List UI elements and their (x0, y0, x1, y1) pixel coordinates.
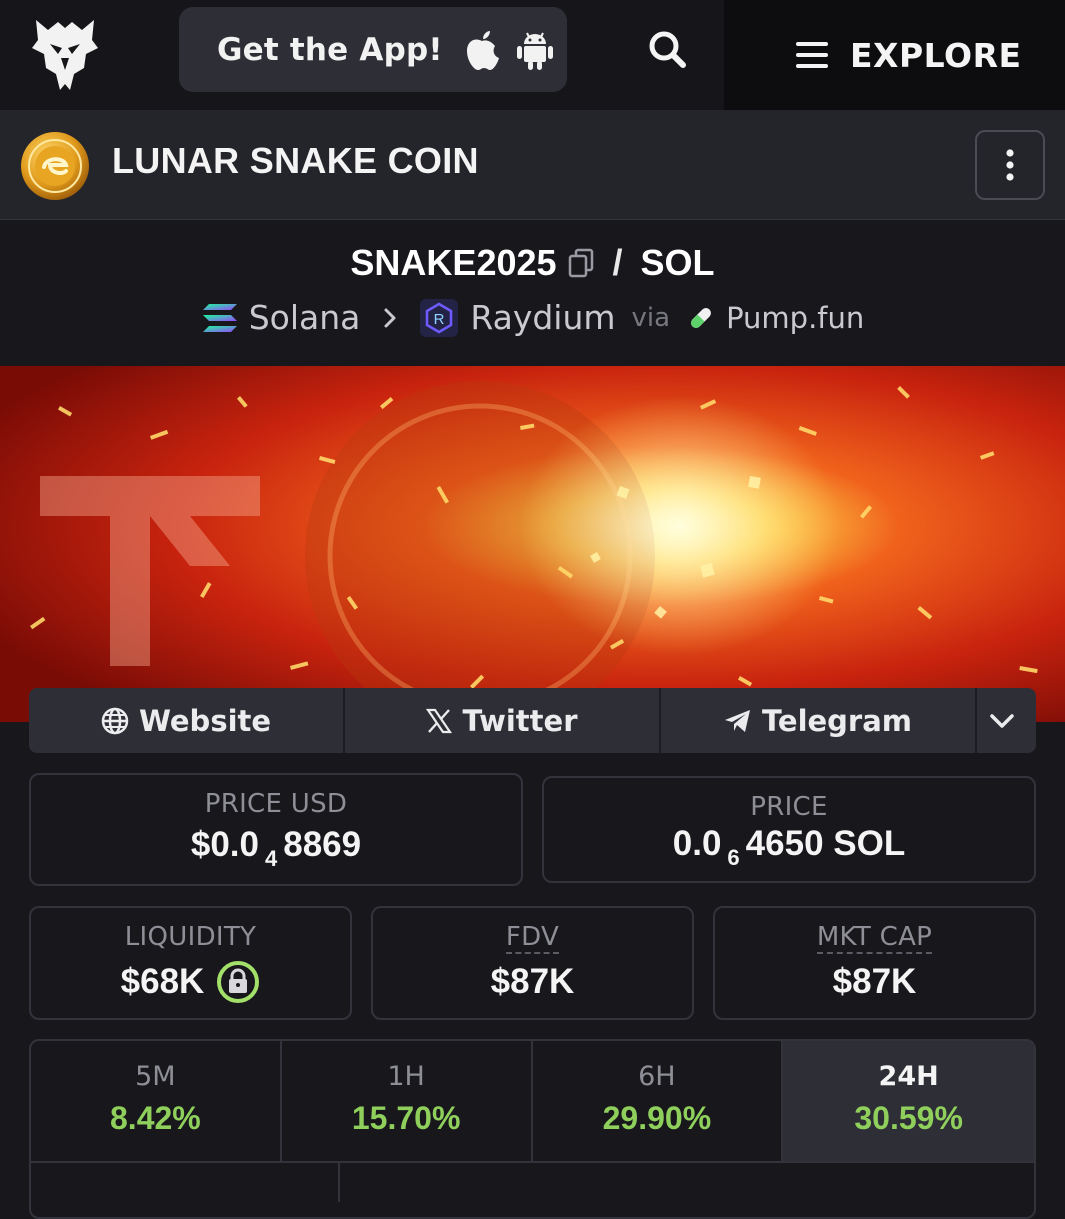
change-value: 15.70% (351, 1100, 461, 1136)
tab-24h[interactable]: 24H 30.59% (783, 1041, 1034, 1163)
mkt-cap-label[interactable]: MKT CAP (816, 922, 933, 954)
globe-icon (101, 707, 129, 734)
tab-5m[interactable]: 5M 8.42% (31, 1041, 282, 1163)
get-app-button[interactable]: Get the App! (179, 7, 567, 92)
android-icon (516, 32, 553, 70)
price-native-value: 0.0 6 4650 SOL (544, 824, 1034, 870)
stats-row-divider (29, 1162, 1036, 1202)
period-label: 6H (638, 1061, 676, 1092)
get-app-label: Get the App! (217, 31, 443, 68)
token-header: LUNAR SNAKE COIN (0, 110, 1065, 220)
pair-separator: / (612, 242, 623, 283)
more-links-dropdown[interactable] (977, 688, 1036, 753)
period-label: 5M (135, 1061, 176, 1092)
change-value: 29.90% (602, 1100, 712, 1136)
price-native-digits: 4650 SOL (745, 824, 906, 863)
tab-1h[interactable]: 1H 15.70% (281, 1041, 533, 1163)
more-options-button[interactable] (975, 130, 1045, 200)
solana-icon (202, 303, 237, 332)
chain-link[interactable]: Solana (249, 298, 361, 337)
lock-icon[interactable] (216, 960, 260, 1004)
raydium-icon: R (420, 298, 459, 337)
dex-link[interactable]: Raydium (470, 298, 615, 337)
svg-text:R: R (434, 311, 445, 328)
mkt-cap-label-wrap: MKT CAP (715, 922, 1034, 954)
liquidity-card: LIQUIDITY $68K (29, 906, 352, 1020)
price-usd-zero-count: 4 (265, 846, 278, 871)
explore-label: EXPLORE (850, 35, 1022, 75)
explore-menu-button[interactable]: EXPLORE (724, 0, 1065, 110)
stats-cell (29, 1162, 340, 1202)
x-logo-icon (426, 708, 453, 733)
change-value: 8.42% (110, 1100, 201, 1136)
social-links-bar: Website Twitter Telegram (29, 688, 1036, 753)
liquidity-label: LIQUIDITY (124, 922, 257, 952)
fdv-label-wrap: FDV (373, 922, 692, 954)
search-icon[interactable] (640, 22, 696, 78)
pair-info: SNAKE2025 / SOL Solana R Raydium via Pum… (0, 220, 1065, 366)
copy-icon[interactable] (567, 248, 595, 278)
price-native-card: PRICE 0.0 6 4650 SOL (542, 776, 1036, 883)
price-native-label: PRICE (750, 792, 828, 822)
fdv-label[interactable]: FDV (505, 922, 560, 954)
twitter-link[interactable]: Twitter (345, 688, 661, 753)
period-label: 24H (878, 1061, 939, 1092)
website-link[interactable]: Website (29, 688, 345, 753)
change-value: 30.59% (854, 1100, 963, 1136)
tab-6h[interactable]: 6H 29.90% (532, 1041, 784, 1163)
liquidity-value-row: $68K (31, 960, 350, 1004)
stats-cell (340, 1162, 1036, 1202)
mkt-cap-value: $87K (832, 962, 917, 1001)
website-label: Website (138, 703, 272, 738)
token-banner-image (0, 366, 1065, 722)
banner-artwork (0, 366, 1065, 722)
chevron-right-icon (384, 308, 396, 327)
apple-icon (466, 30, 499, 70)
top-navigation-bar: Get the App! EXPLORE (0, 0, 1065, 110)
price-native-zero-count: 6 (727, 845, 740, 870)
telegram-label: Telegram (761, 703, 913, 738)
pair-title: SNAKE2025 / SOL (0, 242, 1065, 284)
liquidity-value: $68K (120, 962, 205, 1001)
pill-icon (691, 307, 712, 328)
eagle-logo-icon[interactable] (28, 14, 102, 94)
telegram-icon (724, 709, 750, 732)
base-symbol: SNAKE2025 (350, 242, 557, 283)
price-native-prefix: 0.0 (672, 824, 722, 863)
fdv-card: FDV $87K (371, 906, 694, 1020)
price-usd-prefix: $0.0 (190, 825, 259, 864)
fdv-value: $87K (490, 962, 575, 1001)
period-label: 1H (387, 1061, 425, 1092)
token-logo-icon (21, 132, 89, 200)
price-usd-value: $0.0 4 8869 (31, 825, 521, 871)
price-usd-label: PRICE USD (204, 789, 348, 819)
launchpad-link[interactable]: Pump.fun (726, 301, 864, 335)
vertical-dots-icon (1006, 149, 1014, 181)
token-name: LUNAR SNAKE COIN (112, 140, 479, 181)
market-cap-card: MKT CAP $87K (713, 906, 1036, 1020)
hamburger-menu-icon (796, 42, 828, 68)
price-usd-digits: 8869 (283, 825, 362, 864)
via-label: via (631, 302, 671, 333)
chain-breadcrumb: Solana R Raydium via Pump.fun (0, 298, 1065, 337)
price-usd-card: PRICE USD $0.0 4 8869 (29, 773, 523, 886)
quote-symbol: SOL (640, 242, 715, 283)
telegram-link[interactable]: Telegram (661, 688, 977, 753)
twitter-label: Twitter (462, 703, 578, 738)
chevron-down-icon (989, 713, 1014, 728)
